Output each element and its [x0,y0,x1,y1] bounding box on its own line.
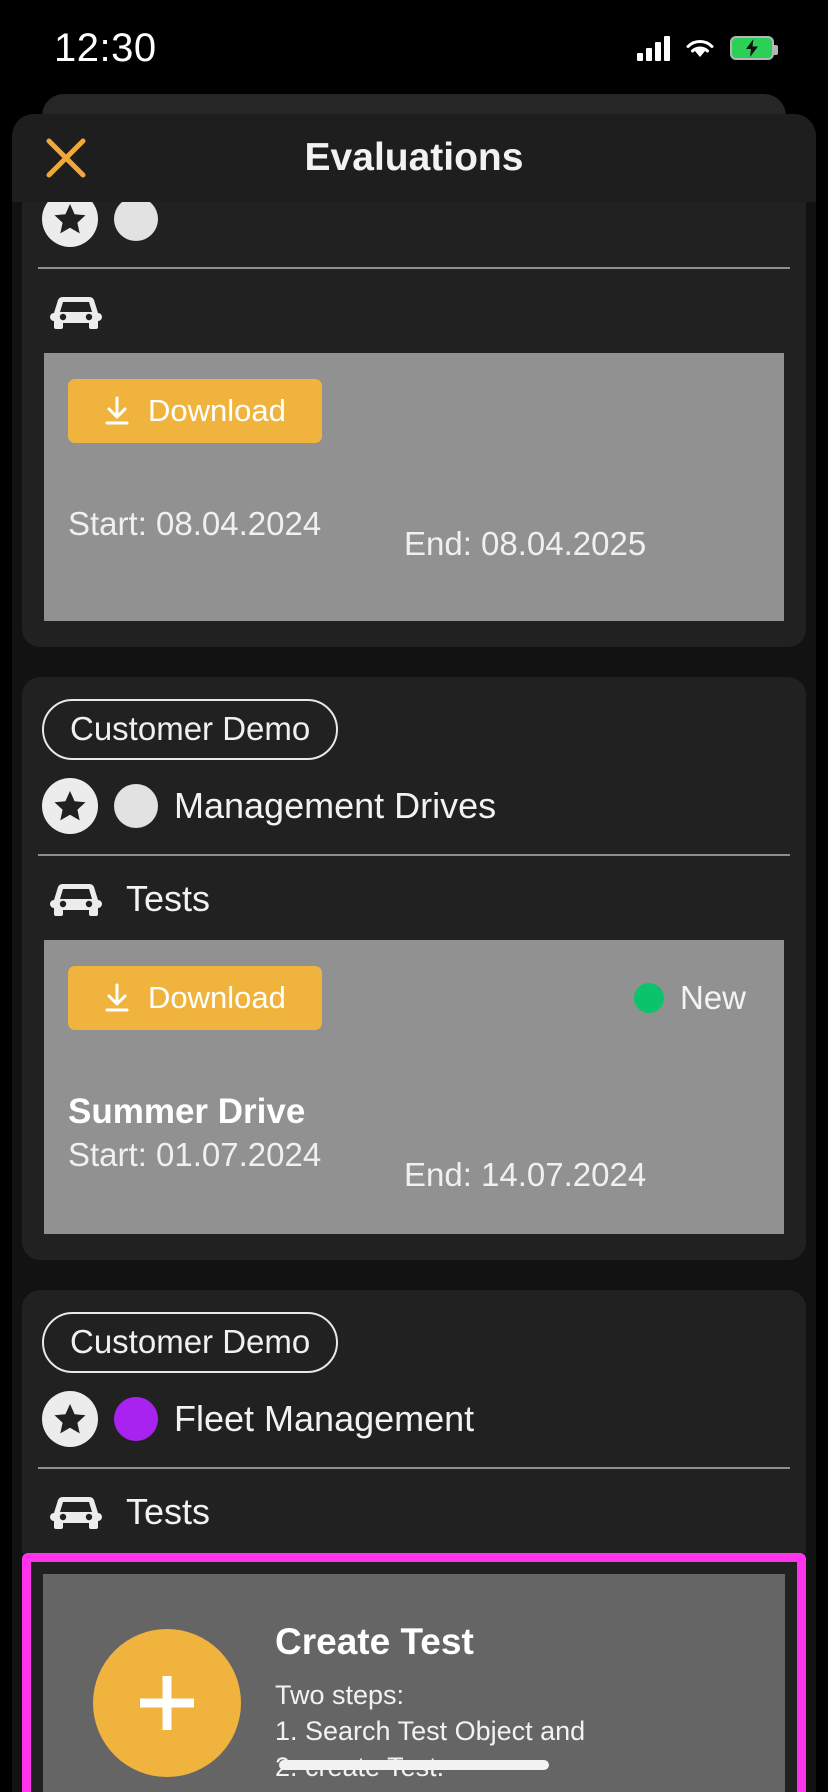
evaluation-group-management-drives: Customer Demo Management Drives Tests Do… [22,677,806,1260]
status-bar: 12:30 [0,0,828,96]
evaluation-group-clipped: Customer Demo [22,202,806,647]
tests-label: Tests [126,878,211,919]
test-card-top: Download [68,379,760,443]
customer-chip[interactable]: Customer Demo [42,699,339,760]
group-header-management-drives: Customer Demo [22,677,806,760]
status-label: New [679,979,746,1016]
status-badge: New [633,979,760,1017]
download-icon [105,983,129,1012]
download-button-label: Download [148,980,286,1015]
project-color-dot [114,784,158,828]
status-bar-clock: 12:30 [54,25,157,70]
test-end-date: End: 14.07.2024 [404,1156,647,1193]
project-row-fleet-management[interactable]: Fleet Management [22,1373,806,1467]
star-icon[interactable] [42,778,98,834]
project-color-dot [114,1397,158,1441]
test-card-summer-drive[interactable]: Download New Summer Drive Start: 01.07.2… [44,940,784,1234]
status-bar-indicators [637,35,778,61]
test-start-date: Start: 08.04.2024 [68,505,322,542]
battery-charging-icon [730,36,778,60]
test-start-date: Start: 01.07.2024 [68,1136,322,1173]
customer-chip[interactable]: Customer Demo [42,1312,339,1373]
phone-screen: 12:30 Evaluations Download Start: 08.04.… [0,0,828,1792]
test-card-top: Download New [68,966,760,1030]
test-end-date: End: 08.04.2025 [404,525,647,562]
plus-icon[interactable] [93,1629,241,1777]
group-header-fleet-management: Customer Demo [22,1290,806,1373]
star-icon[interactable] [42,1391,98,1447]
page-title: Evaluations [304,136,524,179]
sheet-header: Evaluations [12,114,816,202]
tests-row-management-drives: Tests [22,856,806,940]
status-dot [633,983,664,1013]
project-name: Management Drives [174,785,497,826]
evaluations-sheet: Evaluations Customer Demo [12,114,816,1792]
download-button[interactable]: Download [68,966,322,1030]
test-dates: Start: 08.04.2024 End: 08.04.2025 [68,505,760,575]
evaluations-scroll-area[interactable]: Customer Demo [12,202,816,1792]
cellular-signal-icon [637,35,670,61]
test-name: Summer Drive [68,1092,306,1131]
home-indicator[interactable] [279,1760,549,1770]
create-test-highlight: Create Test Two steps: 1. Search Test Ob… [22,1553,806,1792]
car-icon [50,883,102,916]
tests-row-fleet-management: Tests [22,1469,806,1553]
test-dates: Start: 01.07.2024 End: 14.07.2024 [68,1136,760,1206]
tests-row-clipped [22,269,806,353]
car-icon [50,296,102,329]
download-button-label: Download [148,393,286,428]
star-icon[interactable] [42,202,98,247]
download-icon [105,396,129,425]
evaluation-group-fleet-management: Customer Demo Fleet Management Tests [22,1290,806,1553]
close-icon[interactable] [42,134,90,182]
project-name: Fleet Management [174,1398,475,1439]
project-color-dot [114,202,158,241]
wifi-icon [686,40,714,57]
create-test-title: Create Test [275,1620,474,1662]
project-row-clipped[interactable] [22,202,806,267]
project-row-management-drives[interactable]: Management Drives [22,760,806,854]
tests-label: Tests [126,1491,211,1532]
car-icon [50,1496,102,1529]
download-button[interactable]: Download [68,379,322,443]
test-card-clipped[interactable]: Download Start: 08.04.2024 End: 08.04.20… [44,353,784,621]
